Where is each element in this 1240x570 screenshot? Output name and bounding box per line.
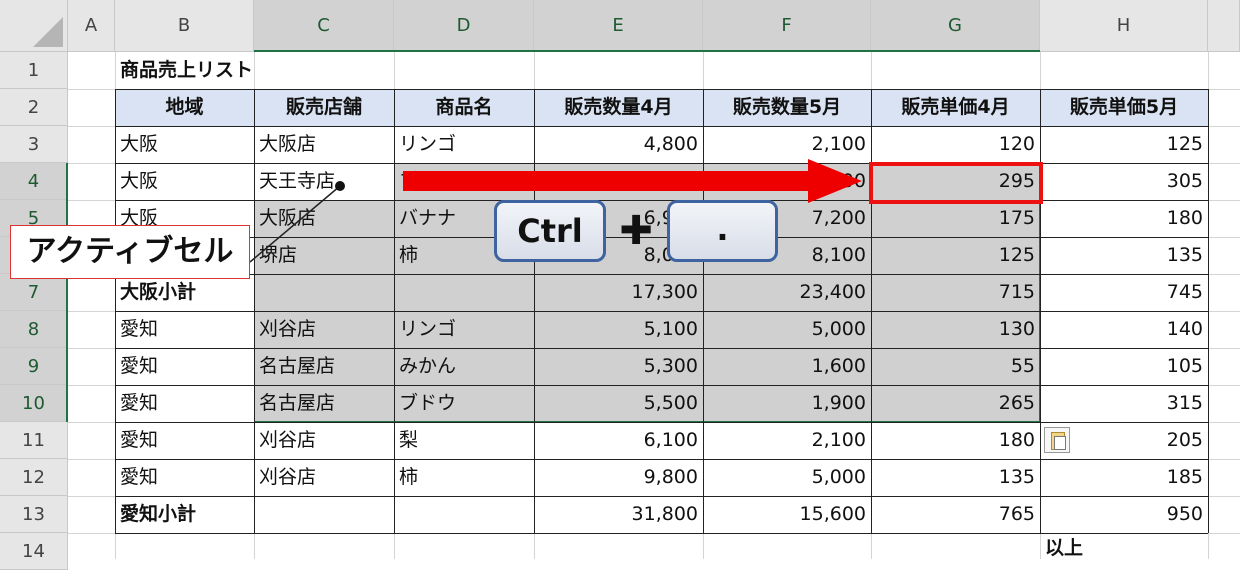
plus-icon: ✚ [619, 208, 653, 254]
active-cell-callout: アクティブセル [10, 225, 250, 279]
active-cell-highlight [869, 162, 1043, 204]
period-key: . [667, 200, 778, 262]
arrow-annotation [249, 159, 862, 263]
ctrl-key: Ctrl [494, 200, 606, 262]
